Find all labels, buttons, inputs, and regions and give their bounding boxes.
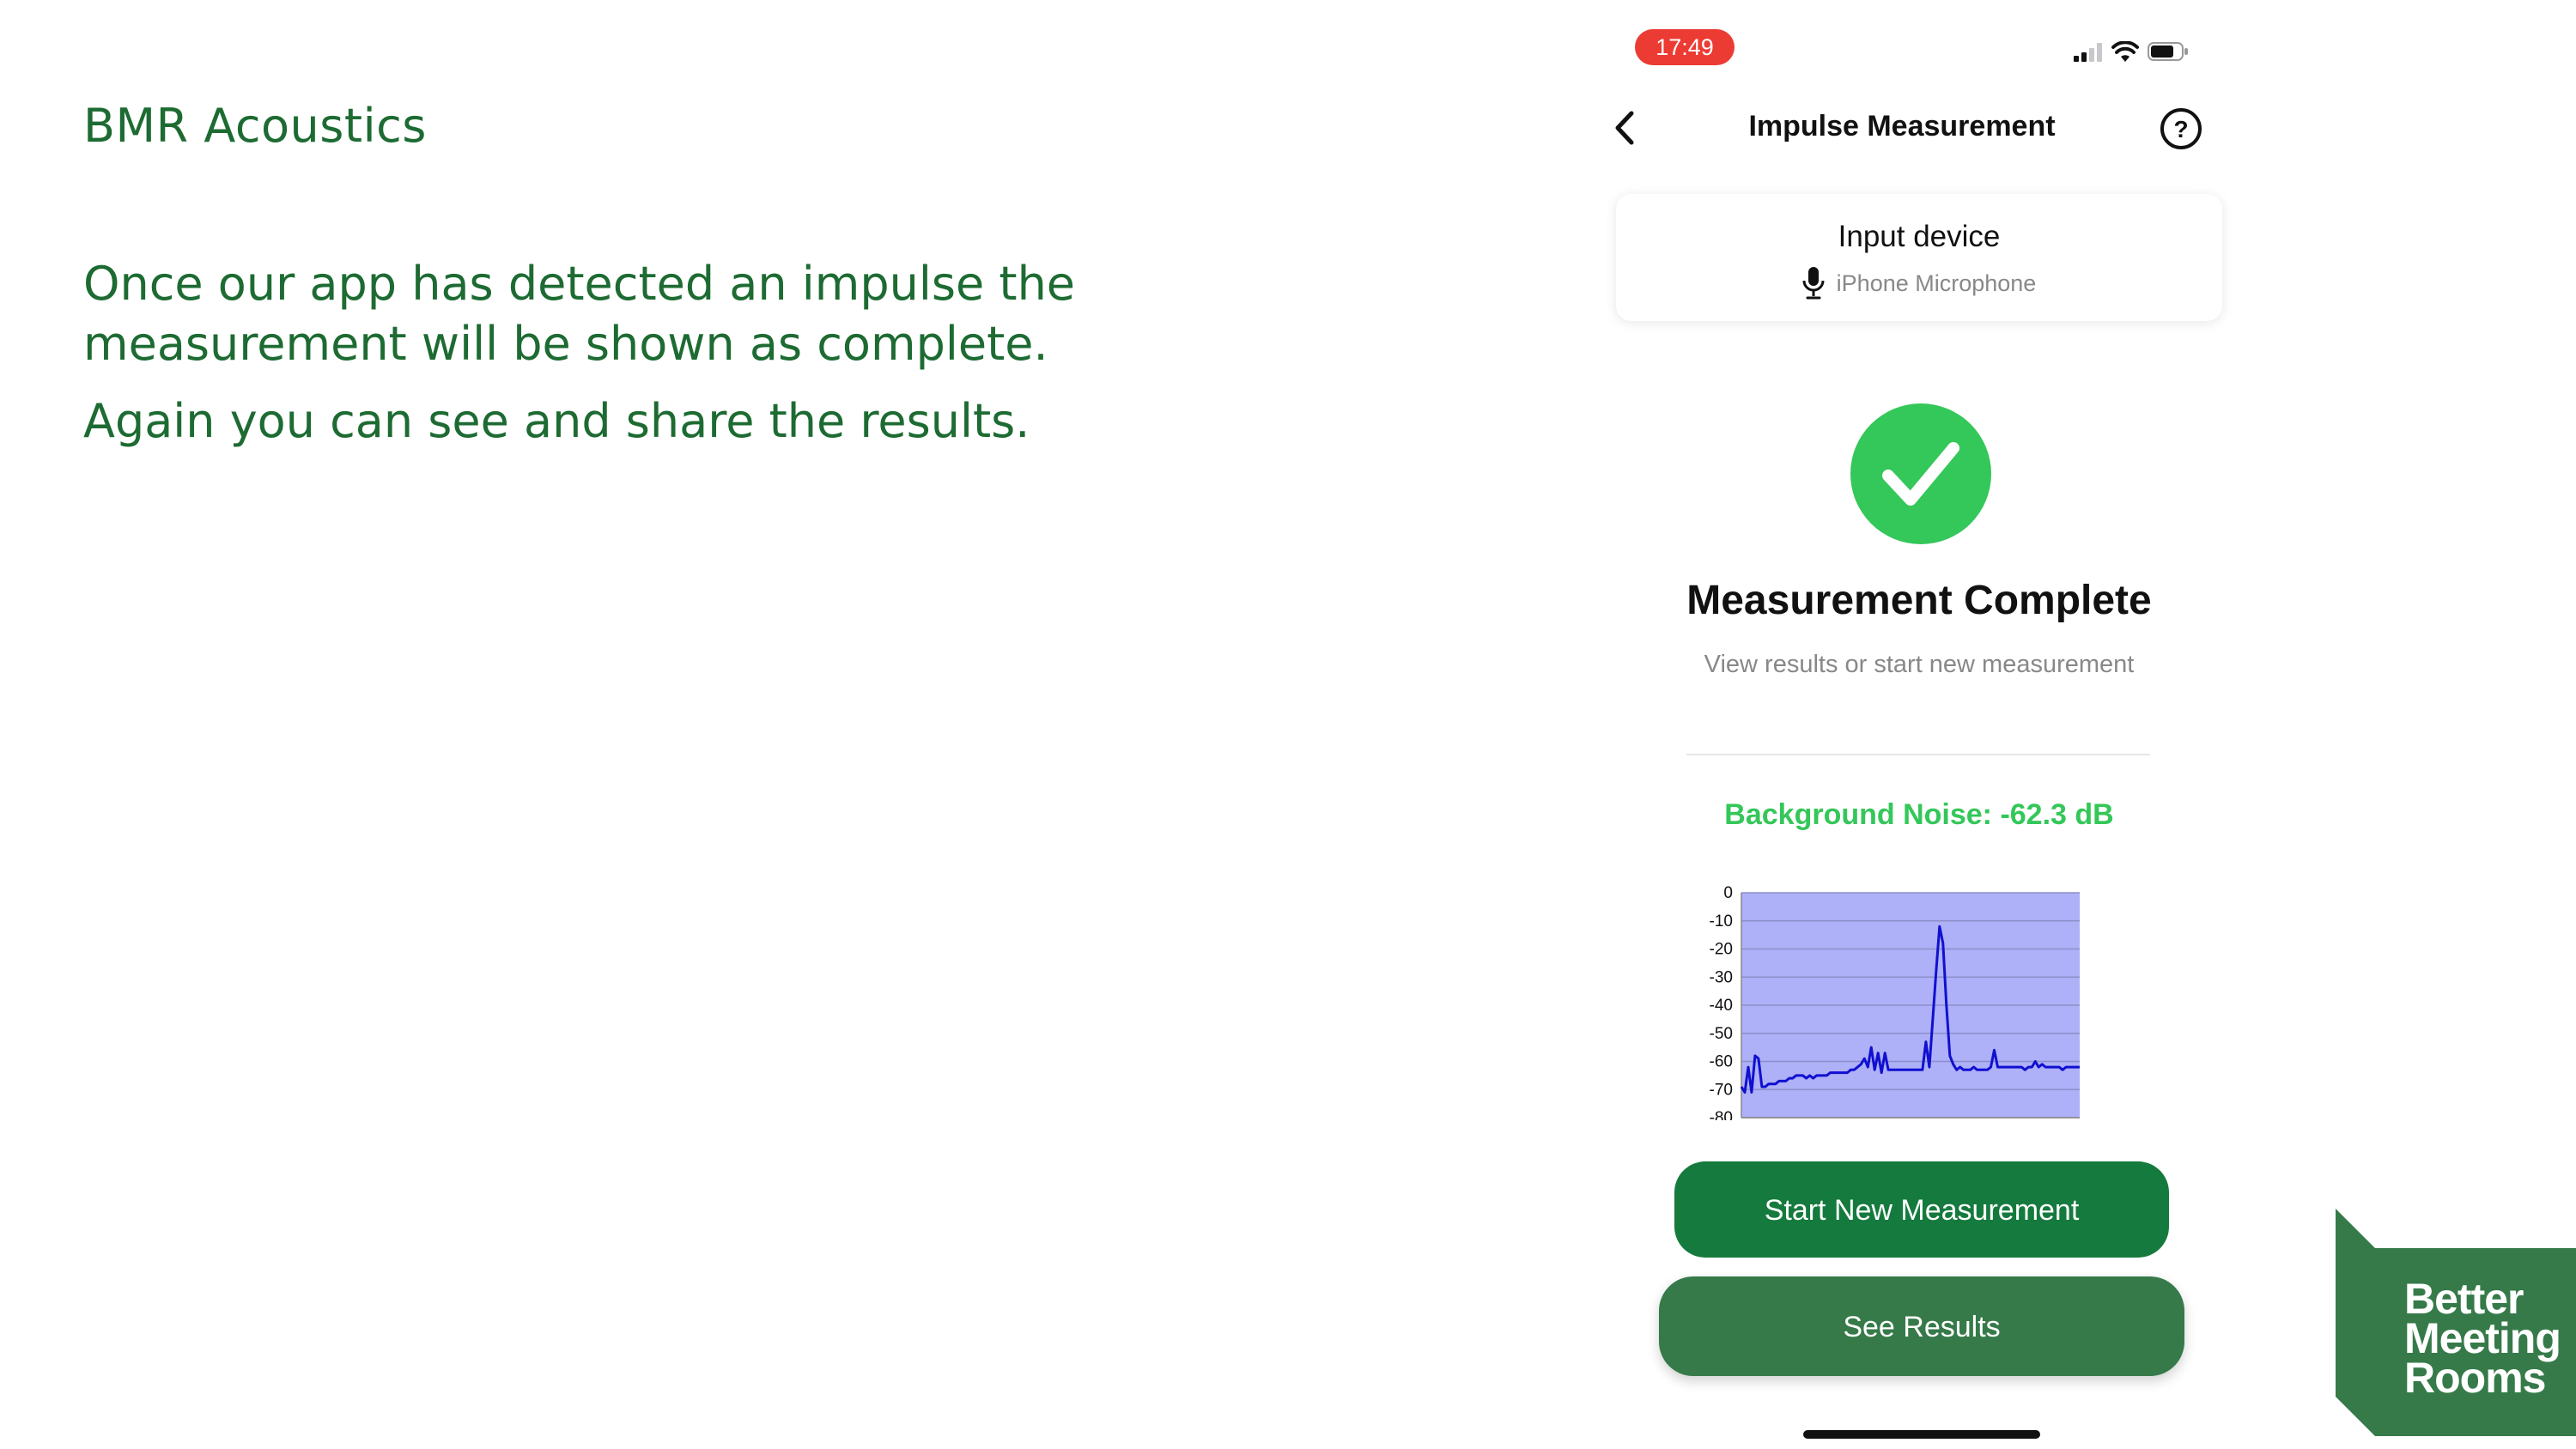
checkmark-icon [1882,442,1959,506]
phone-screen: 17:49 Impulse Measurement ? Input device… [1580,0,2224,1449]
y-tick-label: -70 [1710,1081,1733,1099]
status-subtitle: View results or start new measurement [1704,651,2135,678]
y-tick-label: -60 [1710,1053,1733,1071]
slide-body: Once our app has detected an impulse the… [83,254,1157,469]
slide-title: BMR Acoustics [83,99,427,153]
wifi-icon [2111,41,2139,62]
svg-text:?: ? [2173,116,2188,142]
y-tick-label: -80 [1710,1109,1733,1120]
input-device-title: Input device [1838,220,2001,253]
slide-paragraph: Once our app has detected an impulse the… [83,257,1076,371]
noise-chart: 0-10-20-30-40-50-60-70-80050 [1710,884,2080,1120]
logo-line: Better [2404,1275,2524,1323]
y-tick-label: -30 [1710,968,1733,986]
y-tick-label: -40 [1710,997,1733,1015]
start-new-measurement-button[interactable]: Start New Measurement [1674,1161,2169,1258]
nav-title: Impulse Measurement [1748,110,2056,142]
y-tick-label: 0 [1723,884,1733,902]
input-device-row: iPhone Microphone [1616,266,2222,300]
logo-line: Rooms [2404,1354,2546,1402]
y-tick-label: -50 [1710,1025,1733,1043]
home-indicator [1803,1430,2040,1439]
background-noise-label: Background Noise: -62.3 dB [1724,798,2114,831]
cellular-signal-icon [2074,43,2102,62]
status-title: Measurement Complete [1686,578,2152,623]
divider [1686,754,2150,755]
logo-text: Better Meeting Rooms [2404,1275,2561,1402]
input-device-card[interactable]: Input device iPhone Microphone [1616,194,2222,321]
y-tick-label: -20 [1710,941,1733,959]
microphone-icon [1802,267,1825,300]
status-icons [2074,41,2189,62]
help-button[interactable]: ? [2159,106,2203,151]
success-badge [1850,403,1991,544]
help-icon: ? [2160,108,2202,149]
input-device-name: iPhone Microphone [1836,270,2037,296]
y-tick-label: -10 [1710,912,1733,931]
slide-paragraph: Again you can see and share the results. [83,394,1030,448]
battery-icon [2148,42,2188,61]
logo-line: Meeting [2404,1314,2561,1362]
status-time: 17:49 [1635,29,1735,65]
see-results-button[interactable]: See Results [1659,1276,2184,1376]
